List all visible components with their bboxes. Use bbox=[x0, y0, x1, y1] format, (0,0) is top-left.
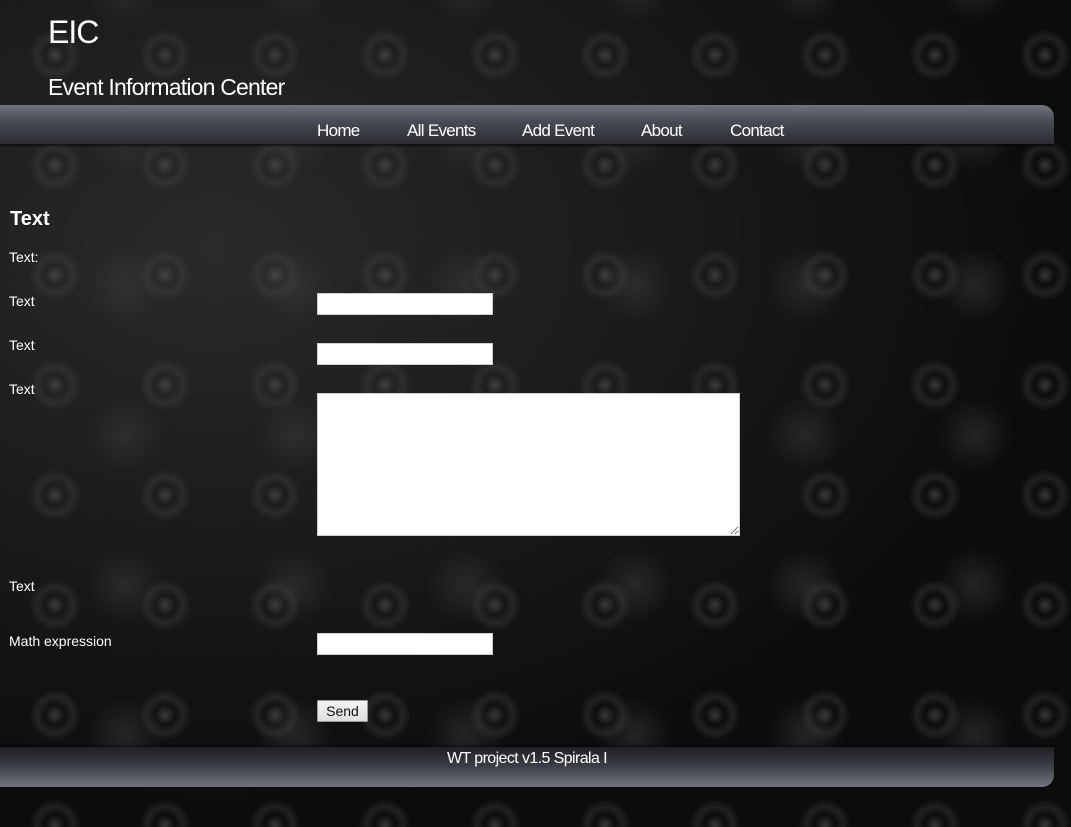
nav-item-home[interactable]: Home bbox=[317, 121, 360, 141]
field-4-label: Text bbox=[9, 578, 35, 594]
main-nav: Home All Events Add Event About Contact bbox=[0, 105, 1054, 144]
math-expression-input[interactable] bbox=[317, 633, 493, 655]
field-3-label: Text bbox=[9, 381, 35, 397]
footer-text: WT project v1.5 Spirala I bbox=[447, 750, 607, 767]
nav-item-all-events[interactable]: All Events bbox=[407, 121, 476, 141]
nav-item-add-event[interactable]: Add Event bbox=[522, 121, 595, 141]
field-2-label: Text bbox=[9, 337, 35, 353]
math-expression-label: Math expression bbox=[9, 633, 112, 649]
field-1-input[interactable] bbox=[317, 293, 493, 315]
nav-item-about[interactable]: About bbox=[641, 121, 683, 141]
nav-item-contact[interactable]: Contact bbox=[730, 121, 784, 141]
site-subtitle: Event Information Center bbox=[48, 74, 285, 100]
field-1-label: Text bbox=[9, 293, 35, 309]
form-heading: Text bbox=[10, 208, 50, 230]
site-title: EIC bbox=[48, 14, 99, 50]
footer: WT project v1.5 Spirala I bbox=[0, 747, 1054, 787]
send-button[interactable]: Send bbox=[317, 700, 368, 722]
form-intro-label: Text: bbox=[9, 249, 39, 265]
field-2-input[interactable] bbox=[317, 343, 493, 365]
message-textarea[interactable] bbox=[317, 393, 740, 536]
